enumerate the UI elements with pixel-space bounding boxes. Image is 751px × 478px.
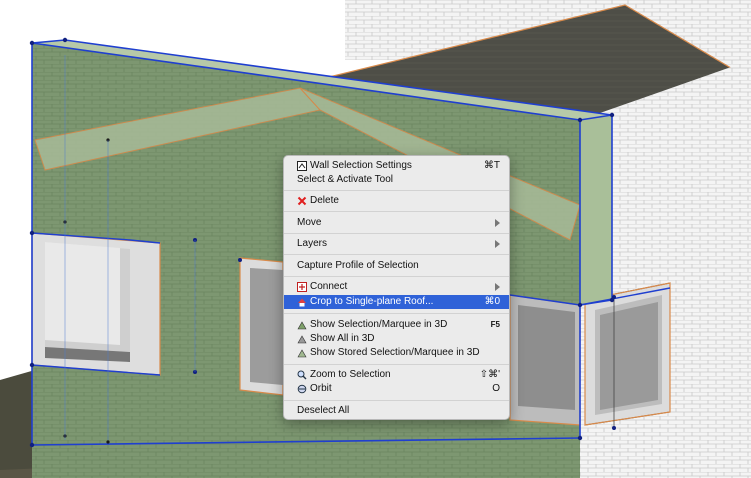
menu-item-show-all-3d[interactable]: Show All in 3D xyxy=(284,332,509,346)
connect-icon xyxy=(297,282,307,292)
menu-item-label: Zoom to Selection xyxy=(310,369,391,380)
menu-item-capture-profile[interactable]: Capture Profile of Selection xyxy=(284,259,509,273)
menu-item-show-stored-3d[interactable]: Show Stored Selection/Marquee in 3D xyxy=(284,346,509,360)
menu-item-deselect-all[interactable]: Deselect All xyxy=(284,404,509,418)
menu-shortcut: ⌘0 xyxy=(484,296,500,307)
menu-item-label: Move xyxy=(297,217,322,228)
submenu-arrow-icon xyxy=(495,283,500,291)
menu-item-show-selection-3d[interactable]: Show Selection/Marquee in 3D F5 xyxy=(284,318,509,332)
menu-shortcut: ⇧⌘' xyxy=(479,369,500,380)
zoom-icon xyxy=(297,370,307,380)
menu-item-label: Capture Profile of Selection xyxy=(297,260,419,271)
menu-item-label: Delete xyxy=(310,195,339,206)
menu-item-select-activate-tool[interactable]: Select & Activate Tool xyxy=(284,173,509,187)
show-selection-3d-icon xyxy=(297,321,307,330)
menu-shortcut: F5 xyxy=(490,320,500,329)
menu-separator xyxy=(284,190,509,191)
menu-separator xyxy=(284,254,509,255)
menu-shortcut: O xyxy=(492,383,500,394)
menu-item-label: Show All in 3D xyxy=(310,333,375,344)
show-stored-3d-icon xyxy=(297,349,307,358)
menu-item-layers[interactable]: Layers xyxy=(284,237,509,251)
menu-item-label: Wall Selection Settings xyxy=(310,160,412,171)
menu-separator xyxy=(284,364,509,365)
menu-item-label: Select & Activate Tool xyxy=(297,174,393,185)
menu-item-label: Crop to Single-plane Roof... xyxy=(310,296,434,307)
menu-separator xyxy=(284,211,509,212)
menu-item-move[interactable]: Move xyxy=(284,216,509,230)
submenu-arrow-icon xyxy=(495,240,500,248)
red-x-icon xyxy=(297,196,307,206)
menu-item-wall-selection-settings[interactable]: Wall Selection Settings ⌘T xyxy=(284,159,509,173)
menu-item-label: Show Selection/Marquee in 3D xyxy=(310,319,448,330)
menu-item-orbit[interactable]: Orbit O xyxy=(284,382,509,396)
submenu-arrow-icon xyxy=(495,219,500,227)
menu-item-label: Orbit xyxy=(310,383,332,394)
menu-item-zoom-to-selection[interactable]: Zoom to Selection ⇧⌘' xyxy=(284,368,509,382)
menu-separator xyxy=(284,313,509,314)
menu-item-label: Deselect All xyxy=(297,405,350,416)
wall-settings-icon xyxy=(297,161,307,171)
menu-shortcut: ⌘T xyxy=(483,160,500,171)
menu-item-connect[interactable]: Connect xyxy=(284,280,509,294)
crop-roof-icon xyxy=(298,298,306,307)
menu-item-delete[interactable]: Delete xyxy=(284,194,509,208)
menu-separator xyxy=(284,276,509,277)
menu-separator xyxy=(284,400,509,401)
orbit-icon xyxy=(297,384,307,394)
menu-separator xyxy=(284,233,509,234)
context-menu: Wall Selection Settings ⌘T Select & Acti… xyxy=(283,155,510,420)
menu-item-label: Layers xyxy=(297,238,328,249)
show-all-3d-icon xyxy=(297,335,307,344)
menu-item-crop-to-single-plane-roof[interactable]: Crop to Single-plane Roof... ⌘0 xyxy=(284,295,509,309)
menu-item-label: Connect xyxy=(310,281,348,292)
menu-item-label: Show Stored Selection/Marquee in 3D xyxy=(310,347,480,358)
